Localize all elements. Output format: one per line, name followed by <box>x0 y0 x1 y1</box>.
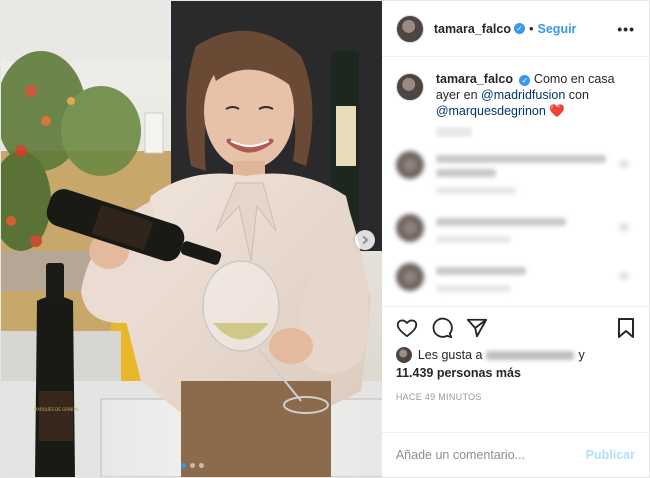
chevron-right-icon <box>359 235 369 245</box>
likes-count[interactable]: 11.439 personas más <box>396 366 635 380</box>
comment-like-icon[interactable] <box>619 159 629 169</box>
post-photo[interactable]: MARQUÉS DE GRIÑÓN <box>1 1 382 477</box>
instagram-post: MARQUÉS DE GRIÑÓN tamara_falco ✓ • Segui… <box>0 0 650 478</box>
author-avatar[interactable] <box>395 14 424 43</box>
comment-like-icon[interactable] <box>619 222 629 232</box>
heart-outline-icon[interactable] <box>396 318 418 338</box>
caption-body-2: con <box>568 88 589 102</box>
commenter-avatar[interactable] <box>395 214 424 242</box>
post-sidebar: tamara_falco ✓ • Seguir ••• tamara_falco… <box>381 1 649 477</box>
mention-link[interactable]: @madridfusion <box>481 88 565 102</box>
caption-text: tamara_falco ✓ Como en casa ayer en @mad… <box>436 71 635 119</box>
author-username[interactable]: tamara_falco <box>434 22 511 36</box>
post-timestamp[interactable]: HACE 49 MINUTOS <box>396 392 635 402</box>
comment-text-blurred <box>435 155 606 163</box>
post-actions: Les gusta a y 11.439 personas más HACE 4… <box>381 306 649 432</box>
comment-item <box>395 214 635 249</box>
verified-badge-icon: ✓ <box>513 23 525 34</box>
caption-timestamp-blurred <box>435 127 472 137</box>
share-paper-plane-icon[interactable] <box>466 317 488 339</box>
more-options-icon[interactable]: ••• <box>617 21 635 37</box>
comment-meta-blurred <box>435 285 511 292</box>
bookmark-icon[interactable] <box>617 317 635 339</box>
commenter-avatar[interactable] <box>395 151 424 179</box>
verified-badge-icon: ✓ <box>519 75 531 86</box>
comment-meta-blurred <box>435 187 516 194</box>
carousel-dot <box>199 463 204 468</box>
add-comment-bar: Publicar <box>381 432 649 477</box>
carousel-next-button[interactable] <box>355 230 375 250</box>
comment-meta-blurred <box>435 236 511 243</box>
commenter-avatar[interactable] <box>395 263 424 291</box>
follow-button[interactable]: Seguir <box>538 22 577 36</box>
publish-button[interactable]: Publicar <box>586 448 635 462</box>
comment-item <box>395 151 635 200</box>
comment-bubble-icon[interactable] <box>431 317 453 339</box>
caption-avatar[interactable] <box>395 73 424 101</box>
comments-list: tamara_falco ✓ Como en casa ayer en @mad… <box>382 57 649 306</box>
post-caption: tamara_falco ✓ Como en casa ayer en @mad… <box>395 71 635 119</box>
likes-prefix: Les gusta a <box>417 348 483 362</box>
comment-item <box>395 263 635 298</box>
carousel-dot <box>190 463 195 468</box>
bottle-label: MARQUÉS DE GRIÑÓN <box>34 407 78 412</box>
post-header: tamara_falco ✓ • Seguir ••• <box>381 1 649 57</box>
mention-link[interactable]: @marquesdegrinon <box>436 104 546 118</box>
carousel-dots <box>181 463 204 468</box>
comment-text-blurred <box>435 267 526 275</box>
comment-text-blurred <box>435 169 496 177</box>
comment-input[interactable] <box>395 448 586 462</box>
likes-and: y <box>578 348 585 362</box>
heart-emoji: ❤️ <box>549 104 565 118</box>
action-icons <box>396 315 635 341</box>
liker-name-blurred[interactable] <box>486 350 575 360</box>
liked-by: Les gusta a y <box>395 347 635 363</box>
header-separator: • <box>528 21 534 36</box>
caption-username[interactable]: tamara_falco <box>436 72 513 86</box>
photo-scene: MARQUÉS DE GRIÑÓN <box>1 1 382 477</box>
comment-like-icon[interactable] <box>619 271 629 281</box>
carousel-dot <box>181 463 186 468</box>
comment-text-blurred <box>435 218 566 226</box>
liker-avatar[interactable] <box>395 347 412 363</box>
